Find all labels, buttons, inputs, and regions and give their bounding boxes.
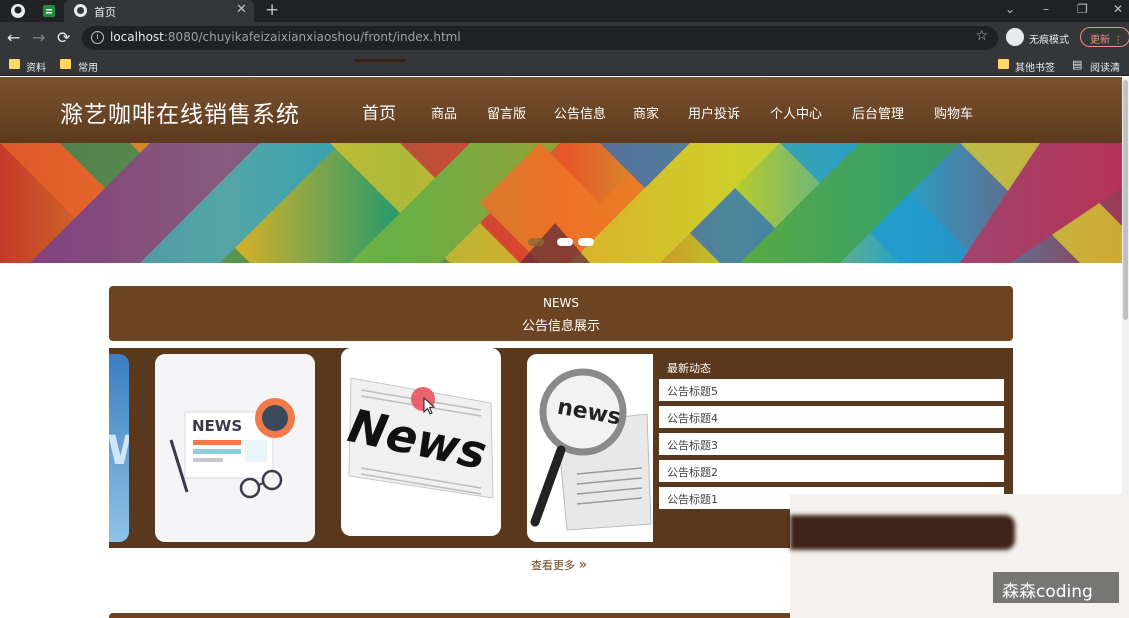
news-section-header: NEWS 公告信息展示 xyxy=(109,286,1013,341)
carousel-dot-1[interactable] xyxy=(528,238,544,246)
blurred-overlay-bar xyxy=(790,515,1015,550)
window-close-button[interactable]: ✕ xyxy=(1113,2,1123,16)
news-card-1[interactable]: NEWS xyxy=(155,354,315,542)
bookmarks-bar: 资料 常用 其他书签 ▤ 阅读清单 xyxy=(0,54,1129,89)
nav-user-center[interactable]: 个人中心 xyxy=(770,103,822,122)
update-button[interactable]: 更新 ⋮ xyxy=(1080,27,1129,47)
site-title: 滁艺咖啡在线销售系统 xyxy=(60,102,300,128)
view-more-link[interactable]: 查看更多 » xyxy=(531,557,587,573)
news-card-1-text: NEWS xyxy=(192,417,242,435)
update-label: 更新 xyxy=(1090,35,1110,46)
news-card-image: W xyxy=(109,428,129,474)
nav-active-indicator xyxy=(355,59,405,62)
latest-news-title: 最新动态 xyxy=(667,362,711,375)
nav-complaints[interactable]: 用户投诉 xyxy=(688,103,740,122)
bookmark-changyong[interactable]: 常用 xyxy=(78,59,98,74)
news-heading-cn: 公告信息展示 xyxy=(521,319,600,334)
bookmark-ziliao[interactable]: 资料 xyxy=(26,59,46,74)
nav-guestbook[interactable]: 留言版 xyxy=(487,103,526,122)
latest-news-item[interactable]: 公告标题4 xyxy=(659,406,1004,428)
url-host: localhost xyxy=(110,30,164,44)
news-heading-en: NEWS xyxy=(542,296,580,310)
tab-search-icon[interactable]: ⌄ xyxy=(1005,2,1015,16)
site-header: 滁艺咖啡在线销售系统 首页 商品 留言版 公告信息 商家 用户投诉 个人中心 后… xyxy=(0,77,1129,143)
carousel-dot-2[interactable] xyxy=(557,238,573,246)
news-card-partial[interactable]: W xyxy=(109,354,129,542)
watermark: 森森coding xyxy=(993,572,1119,603)
newspaper-icon: News xyxy=(344,377,494,499)
view-more-label: 查看更多 xyxy=(531,559,575,572)
carousel-dot-3[interactable] xyxy=(578,238,594,246)
minimize-button[interactable]: – xyxy=(1043,2,1049,16)
url-text[interactable]: localhost:8080/chuyikafeizaixianxiaoshou… xyxy=(110,30,461,44)
reload-button[interactable]: ⟳ xyxy=(57,28,70,47)
browser-toolbar: ← → ⟳ i localhost:8080/chuyikafeizaixian… xyxy=(0,22,1129,54)
forward-button[interactable]: → xyxy=(32,28,45,47)
nav-home[interactable]: 首页 xyxy=(362,99,396,124)
news-card-2[interactable]: News xyxy=(341,348,501,536)
site-info-icon[interactable]: i xyxy=(91,31,104,44)
github-icon[interactable] xyxy=(10,3,26,19)
nav-announcements[interactable]: 公告信息 xyxy=(554,103,606,122)
nav-cart[interactable]: 购物车 xyxy=(934,103,973,122)
globe-icon xyxy=(74,4,87,17)
latest-news-item[interactable]: 公告标题3 xyxy=(659,433,1004,455)
address-bar[interactable]: i localhost:8080/chuyikafeizaixianxiaosh… xyxy=(82,26,998,50)
reading-list-icon[interactable]: ▤ xyxy=(1072,58,1082,71)
news-card-3[interactable]: news xyxy=(527,354,653,542)
nav-admin[interactable]: 后台管理 xyxy=(852,103,904,122)
tab-title: 首页 xyxy=(94,6,116,19)
latest-news-item[interactable]: 公告标题2 xyxy=(659,460,1004,482)
news-illustration-icon: NEWS xyxy=(169,398,295,499)
new-tab-button[interactable]: + xyxy=(265,0,279,20)
double-chevron-right-icon: » xyxy=(578,557,588,573)
cursor-highlight xyxy=(411,387,436,415)
nav-products[interactable]: 商品 xyxy=(431,103,457,122)
sheet-tab-icon[interactable] xyxy=(41,3,57,19)
nav-merchants[interactable]: 商家 xyxy=(633,103,659,122)
browser-tab-strip: 首页 ✕ + ⌄ – ❐ ✕ xyxy=(0,0,1129,22)
folder-icon xyxy=(9,59,20,69)
active-tab[interactable]: 首页 ✕ xyxy=(64,0,254,22)
latest-news-item[interactable]: 公告标题5 xyxy=(659,379,1004,401)
folder-icon xyxy=(998,59,1009,69)
folder-icon xyxy=(60,59,71,69)
tab-close-icon[interactable]: ✕ xyxy=(236,2,247,17)
other-bookmarks[interactable]: 其他书签 xyxy=(1015,59,1055,74)
magnifier-news-icon: news xyxy=(530,368,652,531)
bookmark-star-icon[interactable]: ☆ xyxy=(975,28,988,44)
scrollbar-thumb[interactable] xyxy=(1123,80,1128,320)
back-button[interactable]: ← xyxy=(7,28,20,47)
url-path: :8080/chuyikafeizaixianxiaoshou/front/in… xyxy=(163,30,461,44)
incognito-label: 无痕模式 xyxy=(1029,35,1069,46)
svg-text:W: W xyxy=(109,428,129,474)
restore-button[interactable]: ❐ xyxy=(1077,2,1088,16)
incognito-icon[interactable] xyxy=(1006,28,1024,46)
